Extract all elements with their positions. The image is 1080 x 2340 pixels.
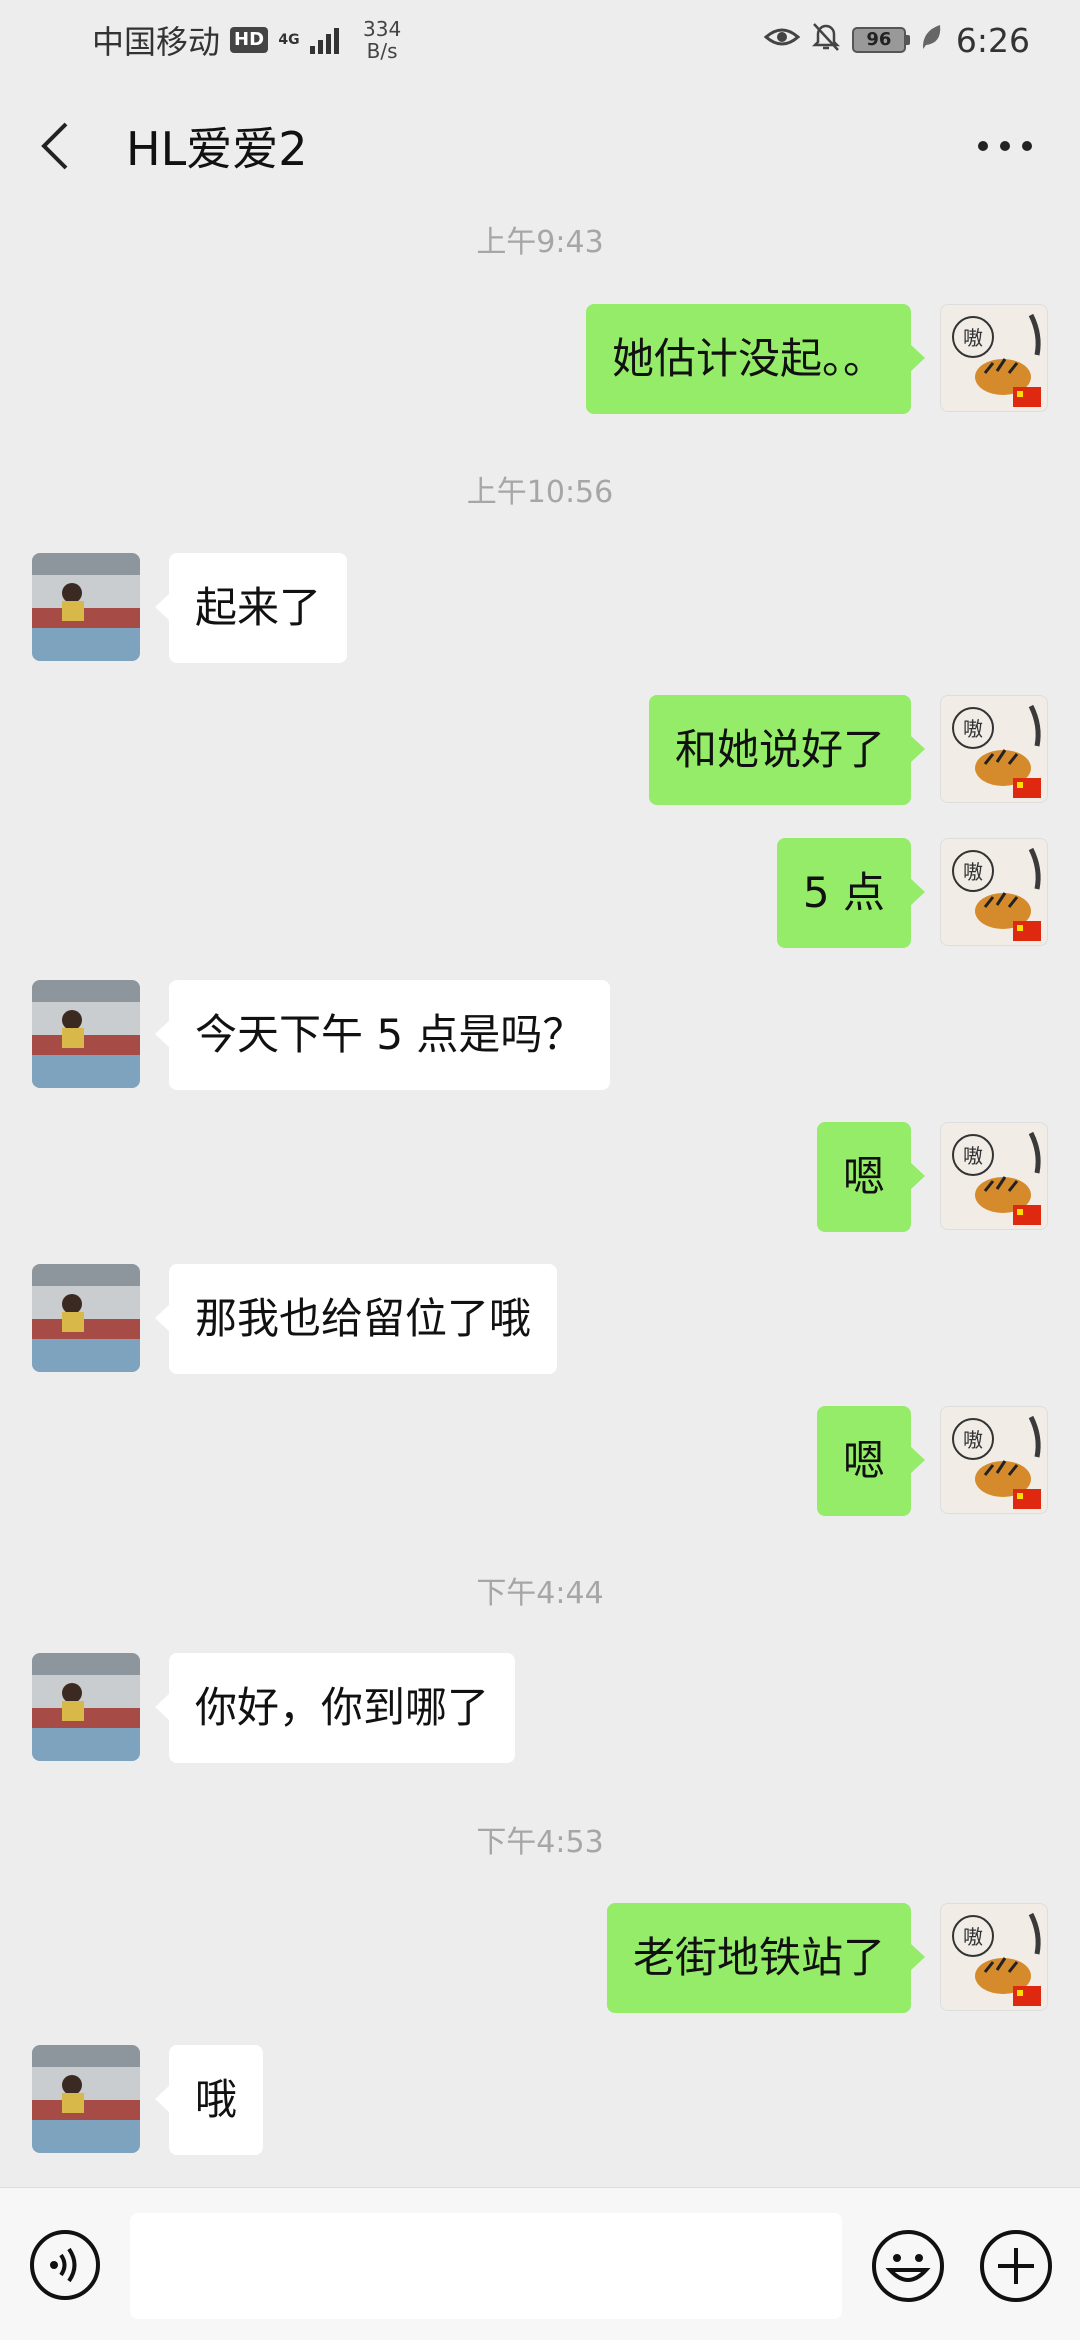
network-type: 4G	[278, 32, 300, 48]
timestamp: 上午9:43	[476, 225, 604, 260]
message-bubble-contact[interactable]: 起来了	[154, 553, 348, 663]
battery-level: 96	[851, 27, 906, 53]
avatar-self[interactable]: 嗷	[940, 838, 1048, 946]
plus-icon	[980, 2230, 1052, 2302]
clock: 6:26	[955, 20, 1030, 60]
timestamp: 下午4:53	[476, 1825, 604, 1860]
message-bubble-self[interactable]: 5 点	[776, 838, 926, 948]
svg-text:嗷: 嗷	[963, 717, 983, 741]
svg-text:嗷: 嗷	[963, 1144, 983, 1168]
emoji-icon	[872, 2230, 944, 2302]
message-bubble-contact[interactable]: 哦	[154, 2045, 264, 2155]
avatar-contact[interactable]	[32, 2045, 140, 2153]
more-dots-icon	[978, 141, 1032, 151]
avatar-contact[interactable]	[32, 553, 140, 661]
speed-value: 334	[363, 17, 402, 41]
timestamp: 上午10:56	[466, 475, 614, 510]
message-bubble-contact[interactable]: 那我也给留位了哦	[154, 1264, 558, 1374]
network-speed: 334 B/s	[363, 18, 401, 62]
message-bubble-self[interactable]: 和她说好了	[648, 695, 926, 805]
message-bubble-contact[interactable]: 今天下午 5 点是吗？	[154, 980, 611, 1090]
back-button[interactable]	[40, 106, 100, 186]
leaf-icon	[920, 21, 942, 59]
chat-title: HL爱爱2	[126, 122, 308, 176]
svg-text:嗷: 嗷	[963, 1925, 983, 1949]
back-arrow-icon	[41, 122, 68, 170]
avatar-self[interactable]: 嗷	[940, 695, 1048, 803]
eye-icon	[763, 21, 801, 59]
message-input[interactable]	[130, 2213, 842, 2319]
message-bubble-self[interactable]: 嗯	[816, 1122, 926, 1232]
svg-text:嗷: 嗷	[963, 1428, 983, 1452]
status-bar: 中国移动 HD 4G 334 B/s 96 6:26	[0, 0, 1080, 80]
voice-button[interactable]	[28, 2228, 102, 2302]
carrier-name: 中国移动	[92, 23, 221, 61]
speed-unit: B/s	[366, 39, 398, 63]
status-left: 中国移动 HD 4G 334 B/s	[92, 17, 401, 63]
avatar-self[interactable]: 嗷	[940, 304, 1048, 412]
avatar-self[interactable]: 嗷	[940, 1903, 1048, 2011]
avatar-contact[interactable]	[32, 1653, 140, 1761]
mute-bell-icon	[810, 20, 842, 60]
timestamp: 下午4:44	[476, 1576, 604, 1611]
svg-text:嗷: 嗷	[963, 326, 983, 350]
voice-icon	[30, 2230, 100, 2300]
svg-text:嗷: 嗷	[963, 860, 983, 884]
input-bar	[0, 2187, 1080, 2340]
signal-icon	[310, 26, 340, 54]
battery-icon: 96	[851, 27, 910, 53]
avatar-self[interactable]: 嗷	[940, 1122, 1048, 1230]
message-bubble-self[interactable]: 嗯	[816, 1406, 926, 1516]
title-bar: HL爱爱2	[0, 80, 1080, 212]
message-bubble-self[interactable]: 老街地铁站了	[606, 1903, 926, 2013]
more-button[interactable]	[970, 116, 1040, 176]
avatar-self[interactable]: 嗷	[940, 1406, 1048, 1514]
status-right: 96 6:26	[763, 20, 1030, 60]
avatar-contact[interactable]	[32, 1264, 140, 1372]
avatar-contact[interactable]	[32, 980, 140, 1088]
chat-area[interactable]: 上午9:43 她估计没起。。 嗷 上午10:56 起来了 和她说好了 嗷 5 点…	[0, 212, 1080, 2187]
emoji-button[interactable]	[870, 2228, 946, 2304]
more-functions-button[interactable]	[978, 2228, 1054, 2304]
message-bubble-self[interactable]: 她估计没起。。	[585, 304, 926, 414]
hd-badge: HD	[230, 27, 269, 53]
message-bubble-contact[interactable]: 你好，你到哪了	[154, 1653, 516, 1763]
